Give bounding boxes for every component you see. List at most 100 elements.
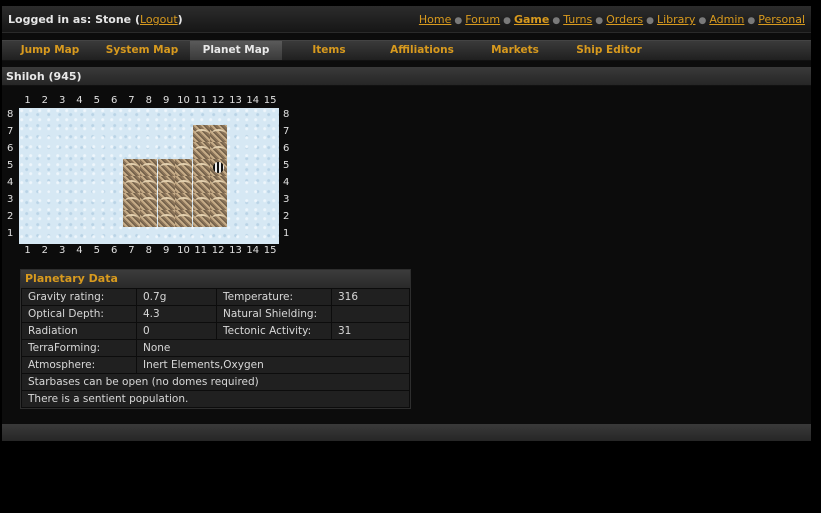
map-row-label-left: 6 <box>7 143 14 154</box>
page-title: Shiloh (945) <box>6 70 82 83</box>
map-column-label-bottom: 11 <box>194 245 208 256</box>
optical-depth-value: 4.3 <box>136 305 217 323</box>
map-column-label-bottom: 7 <box>128 245 135 256</box>
gravity-label: Gravity rating: <box>21 288 137 306</box>
land-tile[interactable] <box>210 142 227 159</box>
map-column-label-top: 13 <box>229 95 242 106</box>
terraforming-label: TerraForming: <box>21 339 137 357</box>
planetary-data-title: Planetary Data <box>21 270 410 288</box>
land-tile[interactable] <box>193 142 210 159</box>
atmosphere-value: Inert Elements,Oxygen <box>136 356 410 374</box>
map-column-label-top: 6 <box>110 95 118 106</box>
tectonic-activity-value: 31 <box>331 322 410 340</box>
natural-shielding-value <box>331 305 410 323</box>
login-status: Logged in as: Stone (Logout) <box>8 13 183 26</box>
radiation-value: 0 <box>136 322 217 340</box>
nav-orders-link[interactable]: Orders <box>606 13 643 26</box>
map-column-label-bottom: 4 <box>76 245 83 256</box>
land-tile[interactable] <box>210 193 227 210</box>
page-title-bar: Shiloh (945) <box>2 67 811 86</box>
map-column-label-top: 11 <box>194 95 208 106</box>
temperature-label: Temperature: <box>216 288 332 306</box>
map-row-label-right: 6 <box>283 143 290 154</box>
nav-library-link[interactable]: Library <box>657 13 695 26</box>
map-row-label-left: 1 <box>7 228 14 239</box>
map-row-label-right: 8 <box>283 109 290 120</box>
land-tile[interactable] <box>158 176 175 193</box>
sentient-note: There is a sentient population. <box>21 390 410 408</box>
map-column-label-bottom: 5 <box>93 245 100 256</box>
map-column-label-bottom: 9 <box>162 245 170 256</box>
land-tile[interactable] <box>193 125 210 142</box>
land-tile[interactable] <box>175 159 192 176</box>
land-tile[interactable] <box>193 176 210 193</box>
nav-home-link[interactable]: Home <box>419 13 451 26</box>
tab-planet-map[interactable]: Planet Map <box>190 41 282 60</box>
login-text: Logged in as: Stone <box>8 13 132 26</box>
main-frame: Logged in as: Stone (Logout) Home ● Forum ●… <box>2 6 811 441</box>
tab-affiliations[interactable]: Affiliations <box>374 41 470 60</box>
tab-markets[interactable]: Markets <box>480 41 550 60</box>
land-tile[interactable] <box>175 193 192 210</box>
planet-surface-grid[interactable] <box>19 108 279 244</box>
map-row-label-left: 5 <box>7 160 14 171</box>
nav-personal-link[interactable]: Personal <box>758 13 805 26</box>
table-row: Radiation 0 Tectonic Activity: 31 <box>21 322 410 340</box>
map-row-label-right: 3 <box>283 194 290 205</box>
nav-turns-link[interactable]: Turns <box>563 13 592 26</box>
land-tile[interactable] <box>123 159 140 176</box>
land-tile[interactable] <box>158 193 175 210</box>
map-column-label-top: 12 <box>211 95 225 106</box>
land-tile[interactable] <box>175 210 192 227</box>
land-tile[interactable] <box>175 176 192 193</box>
map-column-label-bottom: 14 <box>246 245 260 256</box>
tab-items[interactable]: Items <box>294 41 364 60</box>
map-column-label-bottom: 8 <box>145 245 152 256</box>
table-row: TerraForming: None <box>21 339 410 357</box>
land-tile[interactable] <box>193 159 210 176</box>
map-column-label-bottom: 3 <box>58 245 66 256</box>
land-tile[interactable] <box>123 210 140 227</box>
nav-game-link[interactable]: Game <box>514 13 549 26</box>
tab-ship-editor[interactable]: Ship Editor <box>562 41 656 60</box>
map-row-label-right: 1 <box>283 228 290 239</box>
gravity-value: 0.7g <box>136 288 217 306</box>
map-row-label-left: 8 <box>7 109 14 120</box>
land-tile[interactable] <box>140 210 157 227</box>
starbase-marker-icon[interactable] <box>210 159 227 176</box>
map-row-label-left: 7 <box>7 126 14 137</box>
map-row-label-left: 3 <box>7 194 14 205</box>
land-tile[interactable] <box>158 210 175 227</box>
logout-link[interactable]: Logout <box>140 13 178 26</box>
tectonic-activity-label: Tectonic Activity: <box>216 322 332 340</box>
table-row: Starbases can be open (no domes required… <box>21 373 410 391</box>
land-tile[interactable] <box>140 159 157 176</box>
map-row-label-right: 5 <box>283 160 290 171</box>
land-tile[interactable] <box>210 176 227 193</box>
land-tile[interactable] <box>140 176 157 193</box>
land-tile[interactable] <box>193 210 210 227</box>
map-column-label-top: 15 <box>263 95 277 106</box>
top-nav: Home ● Forum ● Game ● Turns ● Orders ● Library ● Adm… <box>418 13 805 26</box>
map-column-label-top: 9 <box>162 95 170 106</box>
land-tile[interactable] <box>123 176 140 193</box>
land-tile[interactable] <box>140 193 157 210</box>
tab-system-map[interactable]: System Map <box>98 41 186 60</box>
map-column-label-top: 8 <box>145 95 152 106</box>
map-column-label-bottom: 15 <box>263 245 277 256</box>
map-column-label-bottom: 13 <box>229 245 242 256</box>
land-tile[interactable] <box>158 159 175 176</box>
map-column-label-bottom: 10 <box>177 245 190 256</box>
land-tile[interactable] <box>210 125 227 142</box>
nav-admin-link[interactable]: Admin <box>709 13 744 26</box>
map-row-label-left: 4 <box>7 177 14 188</box>
map-row-label-right: 7 <box>283 126 290 137</box>
tab-jump-map[interactable]: Jump Map <box>7 41 93 60</box>
map-column-label-top: 3 <box>58 95 66 106</box>
land-tile[interactable] <box>123 193 140 210</box>
nav-forum-link[interactable]: Forum <box>465 13 500 26</box>
atmosphere-label: Atmosphere: <box>21 356 137 374</box>
map-column-label-top: 1 <box>24 95 31 106</box>
land-tile[interactable] <box>210 210 227 227</box>
land-tile[interactable] <box>193 193 210 210</box>
